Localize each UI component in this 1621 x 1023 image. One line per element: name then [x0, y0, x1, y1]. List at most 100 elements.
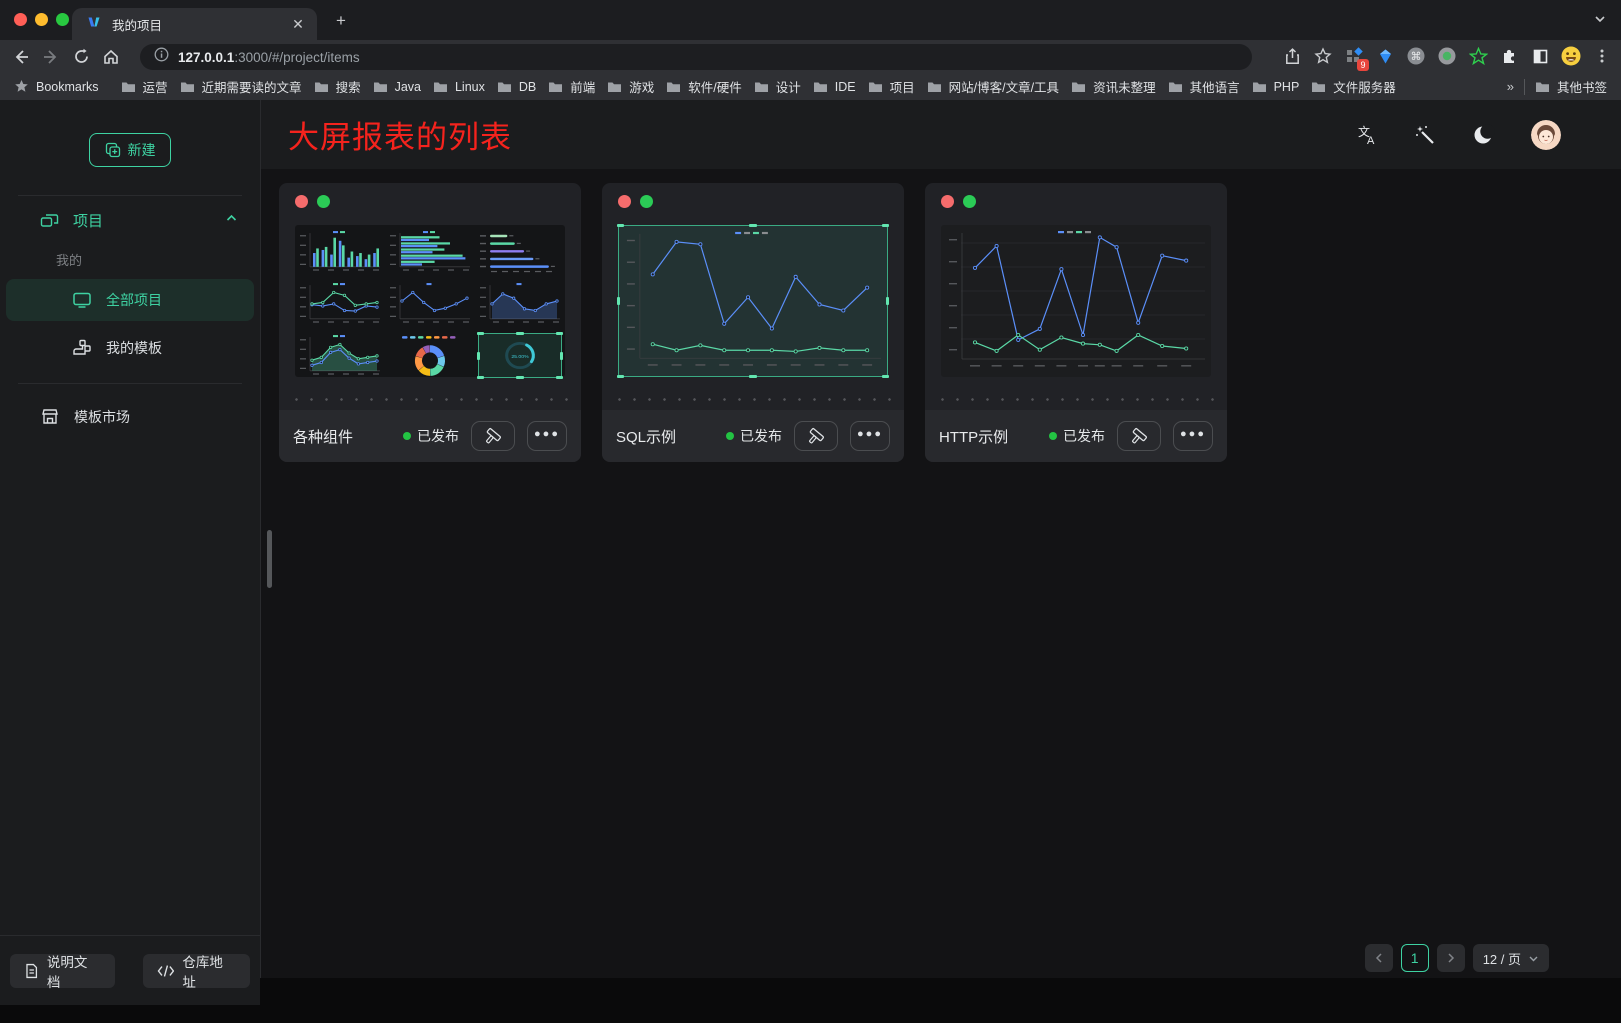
docs-button[interactable]: 说明文档: [10, 954, 115, 988]
url-host: 127.0.0.1: [178, 50, 234, 65]
project-thumbnail[interactable]: [618, 225, 888, 377]
sidebar-item-my-templates[interactable]: 我的模板: [6, 327, 254, 369]
bookmark-folder[interactable]: 项目: [868, 77, 915, 96]
project-list-area: 25.00% 各种组件 已发布 ●●● SQL示例 已发布: [261, 169, 1621, 978]
current-page-button[interactable]: 1: [1401, 944, 1429, 972]
template-blocks-icon: [72, 338, 92, 358]
back-icon[interactable]: [6, 43, 36, 71]
tab-close-icon[interactable]: ✕: [289, 15, 307, 33]
project-thumbnail[interactable]: [941, 225, 1211, 377]
folder-icon: [121, 80, 136, 94]
new-tab-button[interactable]: +: [330, 10, 352, 32]
magic-wand-icon[interactable]: [1413, 123, 1437, 147]
extension-command-icon[interactable]: ⌘: [1405, 45, 1427, 67]
next-page-button[interactable]: [1437, 944, 1465, 972]
extension-puzzle-icon[interactable]: [1498, 45, 1520, 67]
extension-record-icon[interactable]: [1436, 45, 1458, 67]
bookmarks-overflow-chevron[interactable]: »: [1507, 79, 1514, 94]
svg-text:A: A: [1367, 135, 1375, 147]
site-info-icon[interactable]: [154, 47, 169, 67]
folder-icon: [754, 80, 769, 94]
dark-mode-moon-icon[interactable]: [1472, 123, 1496, 147]
extension-star-icon[interactable]: [1467, 45, 1489, 67]
extension-gem-icon[interactable]: [1374, 45, 1396, 67]
bookmark-folder[interactable]: DB: [497, 77, 536, 96]
browser-menu-icon[interactable]: [1591, 45, 1613, 67]
share-icon[interactable]: [1281, 45, 1303, 67]
reload-icon[interactable]: [66, 43, 96, 71]
sidebar-subgroup-label: 我的: [0, 244, 260, 279]
repo-button[interactable]: 仓库地址: [143, 954, 250, 988]
chevron-up-icon[interactable]: [225, 212, 238, 229]
project-title: HTTP示例: [939, 426, 1008, 447]
bookmark-folder[interactable]: 资讯未整理: [1071, 77, 1156, 96]
bookmark-folder[interactable]: IDE: [813, 77, 856, 96]
extension-grid-icon[interactable]: 9: [1343, 45, 1365, 67]
toolbar-right-icons: 9 ⌘: [1281, 42, 1613, 70]
sidebar-item-label: 我的模板: [106, 338, 162, 358]
status-label: 已发布: [740, 426, 782, 446]
project-thumbnail[interactable]: 25.00%: [295, 225, 565, 377]
forward-icon[interactable]: [36, 43, 66, 71]
home-icon[interactable]: [96, 43, 126, 71]
url-bar[interactable]: 127.0.0.1:3000/#/project/items: [140, 44, 1252, 70]
more-options-button[interactable]: ●●●: [527, 421, 567, 451]
profile-emoji-icon[interactable]: [1560, 45, 1582, 67]
storefront-icon: [40, 407, 60, 427]
bookmark-label: 设计: [776, 77, 801, 96]
page-size-select[interactable]: 12 / 页: [1473, 944, 1549, 972]
bookmark-folder[interactable]: Java: [373, 77, 421, 96]
green-dot: [317, 195, 330, 208]
edit-hammer-button[interactable]: [1117, 421, 1161, 451]
red-dot: [295, 195, 308, 208]
edit-hammer-button[interactable]: [471, 421, 515, 451]
sidebar-item-all-projects[interactable]: 全部项目: [6, 279, 254, 321]
bookmark-folder[interactable]: 搜索: [314, 77, 361, 96]
project-card[interactable]: SQL示例 已发布 ●●●: [602, 183, 904, 462]
bookmark-folder[interactable]: Linux: [433, 77, 485, 96]
maximize-window-button[interactable]: [56, 13, 69, 26]
bookmark-star-icon[interactable]: [1312, 45, 1334, 67]
bookmark-folder[interactable]: PHP: [1252, 77, 1300, 96]
project-card[interactable]: 25.00% 各种组件 已发布 ●●●: [279, 183, 581, 462]
bookmark-folder[interactable]: 运营: [121, 77, 168, 96]
project-card[interactable]: HTTP示例 已发布 ●●●: [925, 183, 1227, 462]
bookmarks-root[interactable]: Bookmarks: [14, 79, 99, 94]
edit-hammer-button[interactable]: [794, 421, 838, 451]
bookmark-folder[interactable]: 前端: [548, 77, 595, 96]
prev-page-button[interactable]: [1365, 944, 1393, 972]
bookmark-folder[interactable]: 文件服务器: [1311, 77, 1396, 96]
folder-icon: [1252, 80, 1267, 94]
sidebar-footer: 说明文档 仓库地址: [0, 935, 260, 1005]
main-panel: 大屏报表的列表 文A: [260, 100, 1621, 978]
scrollbar-thumb[interactable]: [267, 530, 272, 588]
more-options-button[interactable]: ●●●: [850, 421, 890, 451]
bookmark-label: PHP: [1274, 80, 1300, 94]
close-window-button[interactable]: [14, 13, 27, 26]
page-size-value: 12 / 页: [1483, 949, 1521, 968]
browser-tab[interactable]: 我的项目 ✕: [72, 8, 317, 40]
language-icon[interactable]: 文A: [1354, 123, 1378, 147]
other-bookmarks-folder[interactable]: 其他书签: [1535, 77, 1607, 96]
bookmark-label: 资讯未整理: [1093, 77, 1156, 96]
mini-chart: [297, 228, 383, 275]
mini-chart: [387, 280, 473, 327]
bookmark-folder[interactable]: 游戏: [607, 77, 654, 96]
user-avatar[interactable]: [1531, 120, 1561, 150]
sidebar-item-template-market[interactable]: 模板市场: [0, 394, 260, 440]
sidebar-group-projects[interactable]: 项目: [0, 196, 260, 244]
folder-icon: [497, 80, 512, 94]
bookmark-folder[interactable]: 设计: [754, 77, 801, 96]
tab-search-chevron-icon[interactable]: [1593, 12, 1607, 31]
bookmark-folder[interactable]: 软件/硬件: [666, 77, 741, 96]
more-options-button[interactable]: ●●●: [1173, 421, 1213, 451]
extension-halfsquare-icon[interactable]: [1529, 45, 1551, 67]
minimize-window-button[interactable]: [35, 13, 48, 26]
document-icon: [24, 963, 39, 979]
tab-title: 我的项目: [112, 15, 289, 34]
hammer-icon: [484, 427, 503, 446]
bookmark-folder[interactable]: 近期需要读的文章: [180, 77, 302, 96]
new-project-button[interactable]: 新建: [89, 133, 171, 167]
bookmark-folder[interactable]: 网站/博客/文章/工具: [927, 77, 1059, 96]
bookmark-folder[interactable]: 其他语言: [1168, 77, 1240, 96]
